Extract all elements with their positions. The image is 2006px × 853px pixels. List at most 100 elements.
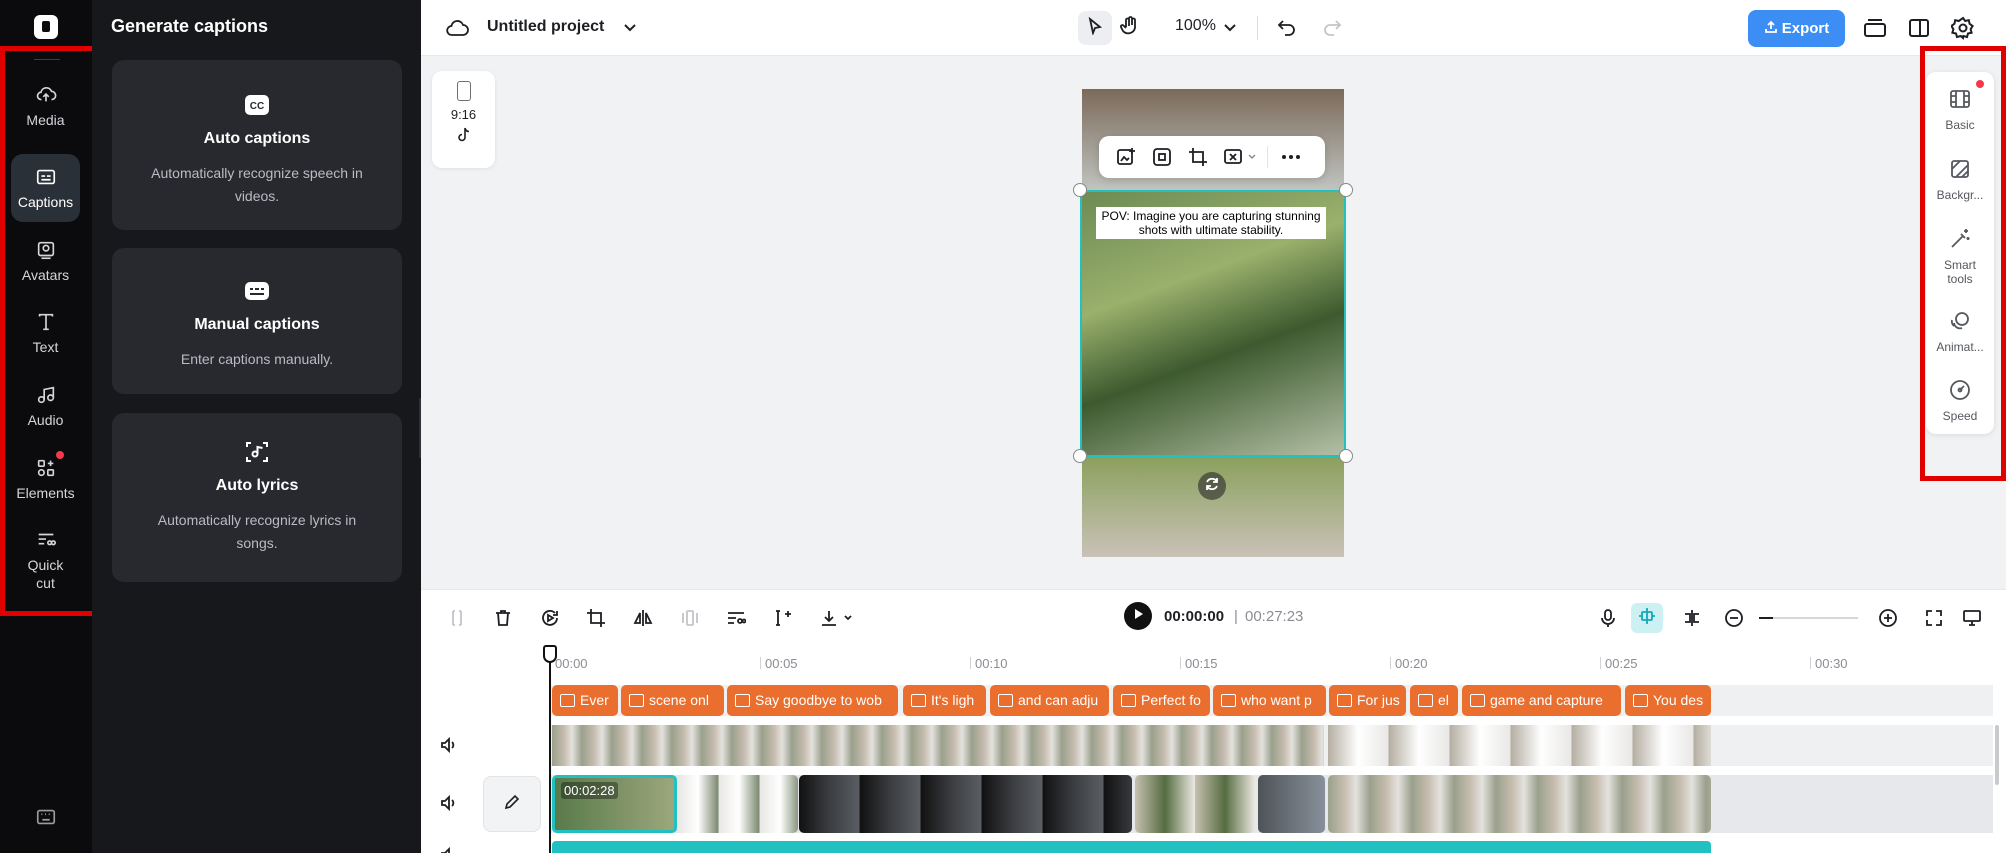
export-label: Export <box>1781 20 1830 37</box>
timeline-toolbar: 00:00:00 | 00:27:23 <box>421 589 2006 645</box>
track-volume-icon[interactable] <box>439 793 459 813</box>
playhead-handle[interactable] <box>543 645 557 663</box>
resize-handle-br[interactable] <box>1339 449 1353 463</box>
captions-panel: Generate captions CC Auto captions Autom… <box>92 0 421 853</box>
chevron-down-icon[interactable] <box>621 16 639 38</box>
card-title: Auto lyrics <box>215 477 299 494</box>
zoom-in-icon[interactable] <box>1875 605 1901 631</box>
resize-handle-tr[interactable] <box>1339 183 1353 197</box>
caption-clip[interactable]: who want p <box>1213 685 1326 716</box>
link-clips-icon[interactable] <box>1679 605 1705 631</box>
track-volume-icon[interactable] <box>439 735 459 755</box>
settings-gear-icon[interactable] <box>1950 16 1975 40</box>
video-clip[interactable] <box>799 775 1132 833</box>
project-name[interactable]: Untitled project <box>487 18 604 36</box>
track-volume-icon[interactable] <box>439 845 459 853</box>
resize-handle-tl[interactable] <box>1073 183 1087 197</box>
flip-icon[interactable] <box>630 605 656 631</box>
video-clip[interactable] <box>552 725 1324 766</box>
panel-title: Generate captions <box>111 16 269 36</box>
zoom-slider[interactable] <box>1759 617 1858 619</box>
tick-mark <box>1810 657 1811 669</box>
caption-clip[interactable]: You des <box>1625 685 1711 716</box>
video-clip[interactable] <box>1328 775 1711 833</box>
play-button[interactable] <box>1124 602 1152 630</box>
upload-icon <box>1764 20 1778 38</box>
card-description: Automatically recognize speech in videos… <box>151 165 363 204</box>
delete-icon[interactable] <box>490 605 516 631</box>
current-time: 00:00:00 <box>1164 608 1225 625</box>
auto-snap-button[interactable] <box>1631 603 1663 633</box>
keyboard-icon <box>244 278 270 304</box>
tick-mark <box>1180 657 1181 669</box>
aspect-ratio-selector[interactable]: 9:16 <box>432 71 495 168</box>
portrait-frame-icon <box>456 81 471 101</box>
replace-media-icon[interactable] <box>1113 144 1139 170</box>
split-icon[interactable] <box>444 605 470 631</box>
microphone-icon[interactable] <box>1595 605 1621 631</box>
video-clip[interactable] <box>1328 725 1711 766</box>
cc-icon: CC <box>244 92 270 118</box>
caption-clip[interactable]: game and capture <box>1462 685 1621 716</box>
playhead-line[interactable] <box>549 645 551 853</box>
select-tool-button[interactable] <box>1078 11 1112 45</box>
tick-mark <box>760 657 761 669</box>
toolbar-divider <box>1257 16 1258 40</box>
selected-video-clip[interactable]: 00:02:28 <box>552 775 677 833</box>
chevron-down-icon[interactable] <box>1247 144 1257 170</box>
replay-icon[interactable] <box>537 605 563 631</box>
crop-icon[interactable] <box>1185 144 1211 170</box>
caption-clip[interactable]: el <box>1410 685 1458 716</box>
time-tick: 00:25 <box>1605 656 1638 671</box>
total-time: 00:27:23 <box>1245 608 1304 625</box>
more-options-icon[interactable] <box>1278 144 1304 170</box>
tick-mark <box>1600 657 1601 669</box>
fit-frame-icon[interactable] <box>1149 144 1175 170</box>
layout-icon[interactable] <box>1907 16 1931 40</box>
time-separator: | <box>1234 608 1238 625</box>
manual-captions-card[interactable]: Manual captions Enter captions manually. <box>112 248 402 394</box>
caption-clip[interactable]: Say goodbye to wob <box>727 685 898 716</box>
zoom-chevron-icon[interactable] <box>1222 16 1238 38</box>
tick-mark <box>970 657 971 669</box>
zoom-level[interactable]: 100% <box>1175 17 1216 35</box>
selection-frame[interactable] <box>1080 190 1346 457</box>
timeline-scrollbar[interactable] <box>1995 725 1999 785</box>
pencil-icon <box>503 793 521 816</box>
resize-handle-bl[interactable] <box>1073 449 1087 463</box>
trim-icon[interactable] <box>723 605 749 631</box>
download-icon[interactable] <box>817 605 857 631</box>
caption-clip[interactable]: For jus <box>1329 685 1406 716</box>
caption-clip[interactable]: It's ligh <box>903 685 986 716</box>
app-logo[interactable] <box>34 15 58 39</box>
keyboard-shortcuts-icon[interactable] <box>35 806 57 828</box>
play-icon <box>1132 607 1144 625</box>
caption-clip[interactable]: Ever <box>552 685 618 716</box>
cloud-sync-icon[interactable] <box>445 17 469 39</box>
rotate-icon <box>1204 476 1220 497</box>
redo-icon[interactable] <box>1321 16 1345 40</box>
time-tick: 00:10 <box>975 656 1008 671</box>
auto-lyrics-card[interactable]: Auto lyrics Automatically recognize lyri… <box>112 413 402 582</box>
caption-clip[interactable]: scene onl <box>621 685 724 716</box>
auto-captions-card[interactable]: CC Auto captions Automatically recognize… <box>112 60 402 230</box>
caption-clip[interactable]: and can adju <box>990 685 1109 716</box>
hand-tool-button[interactable] <box>1118 15 1144 41</box>
layers-icon[interactable] <box>1862 16 1888 40</box>
insert-icon[interactable] <box>770 605 796 631</box>
remove-background-icon[interactable] <box>1221 144 1247 170</box>
caption-clip[interactable]: Perfect fo <box>1113 685 1210 716</box>
video-clip[interactable] <box>1135 775 1255 833</box>
video-clip[interactable] <box>678 775 798 833</box>
cover-edit-button[interactable] <box>483 776 541 832</box>
audio-clip[interactable] <box>552 841 1711 853</box>
crop-icon[interactable] <box>583 605 609 631</box>
zoom-out-icon[interactable] <box>1721 605 1747 631</box>
undo-icon[interactable] <box>1276 16 1300 40</box>
video-clip[interactable] <box>1258 775 1325 833</box>
export-button[interactable]: Export <box>1748 10 1845 47</box>
rotate-handle[interactable] <box>1198 472 1226 500</box>
freeze-frame-icon[interactable] <box>677 605 703 631</box>
fullscreen-icon[interactable] <box>1921 605 1947 631</box>
preview-monitor-icon[interactable] <box>1959 605 1985 631</box>
